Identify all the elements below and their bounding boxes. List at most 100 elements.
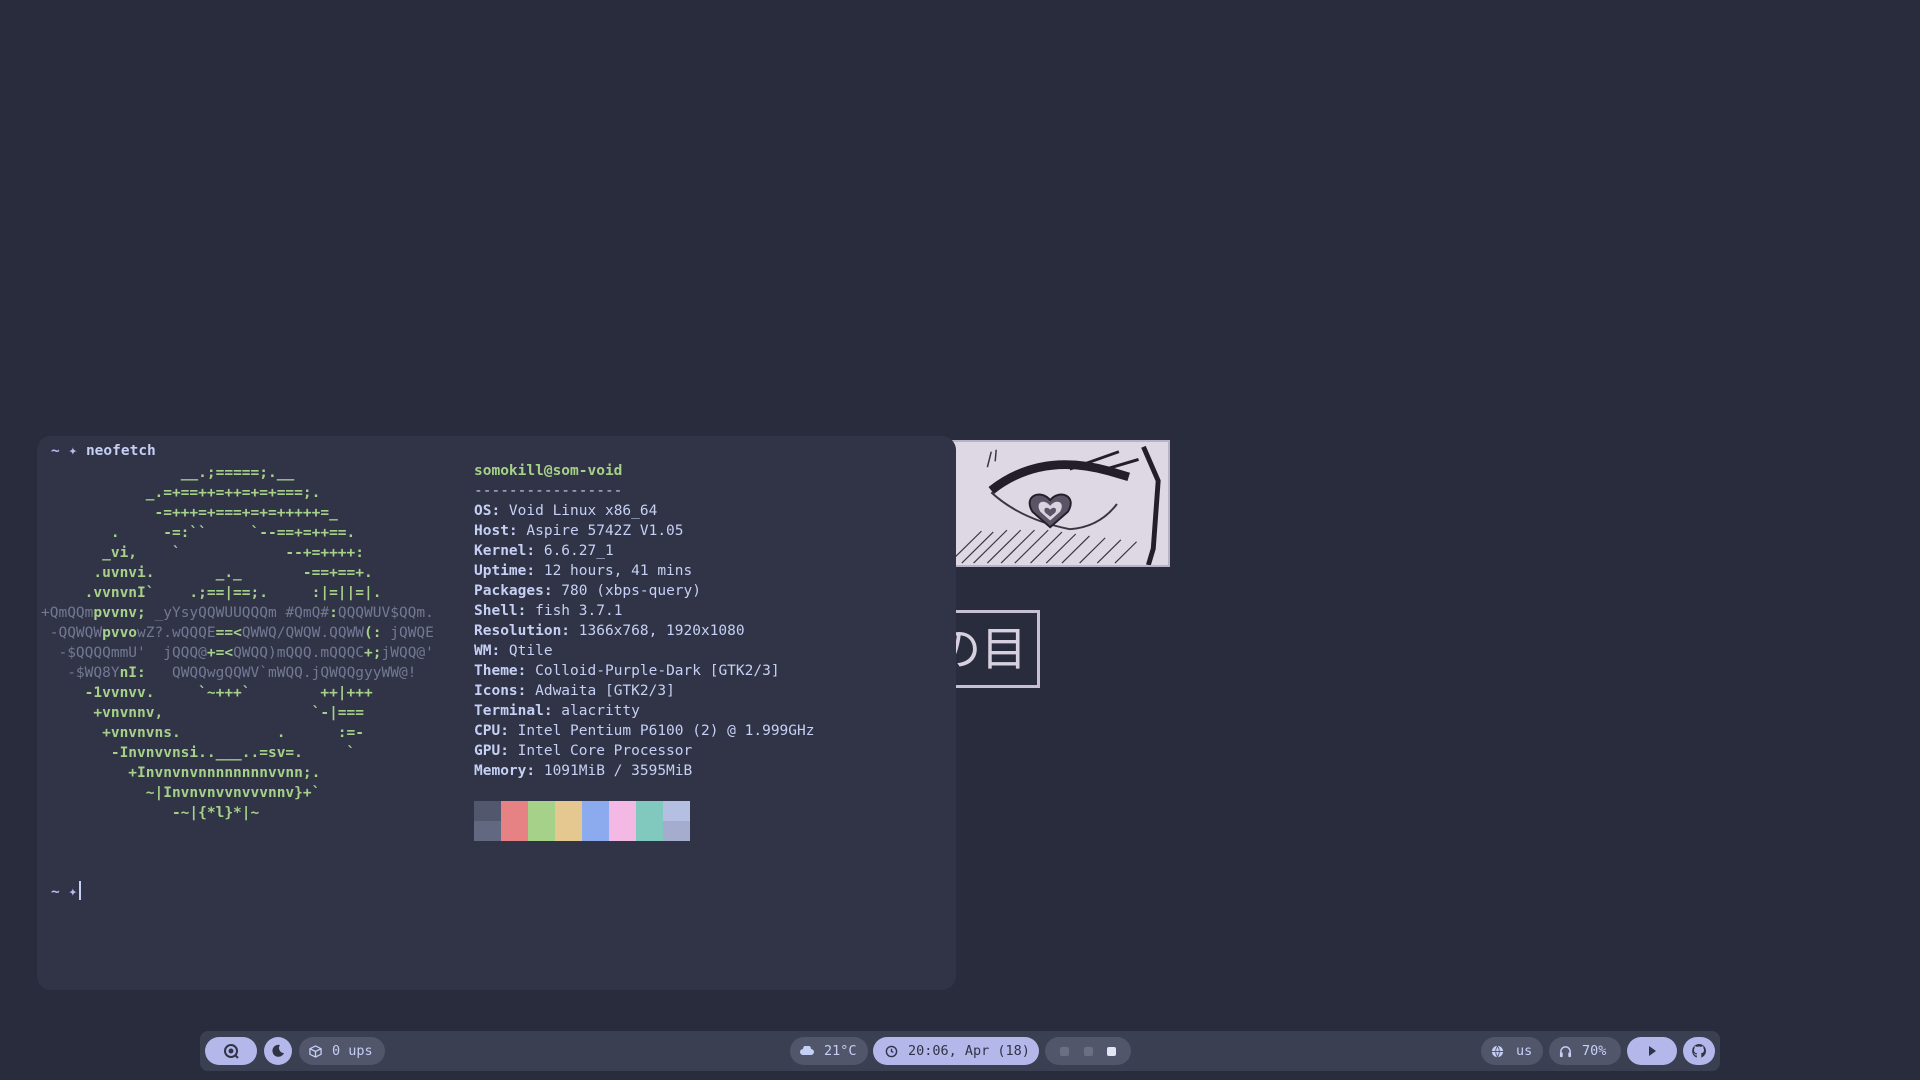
info-value: Aspire 5742Z V1.05 bbox=[517, 523, 684, 539]
neofetch-info: somokill@som-void ----------------- OS: … bbox=[474, 461, 814, 781]
globe-icon bbox=[1491, 1045, 1504, 1058]
info-row: Packages: 780 (xbps-query) bbox=[474, 581, 814, 601]
ascii-segment: +vnvnnv, `-|=== bbox=[41, 705, 365, 721]
info-key: GPU: bbox=[474, 743, 509, 759]
ascii-segment: -$WQ8Y bbox=[41, 665, 120, 681]
palette-swatch bbox=[582, 821, 609, 841]
prompt-line-command: ~ ✦ neofetch bbox=[51, 441, 156, 461]
moon-icon bbox=[271, 1044, 285, 1058]
github-button[interactable] bbox=[1683, 1037, 1715, 1065]
workspace-indicator bbox=[1045, 1037, 1131, 1065]
workspace-3-active[interactable] bbox=[1107, 1046, 1117, 1056]
ascii-segment: : bbox=[329, 605, 338, 621]
info-row: Theme: Colloid-Purple-Dark [GTK2/3] bbox=[474, 661, 814, 681]
info-value: Intel Pentium P6100 (2) @ 1.999GHz bbox=[508, 723, 815, 739]
ascii-segment: pvvo bbox=[102, 625, 138, 641]
ascii-segment: jQWQE bbox=[390, 625, 434, 641]
ascii-segment: -1vvnvv. `~+++` ++|+++ bbox=[41, 685, 373, 701]
info-value: 1091MiB / 3595MiB bbox=[535, 763, 693, 779]
palette-swatch bbox=[636, 801, 663, 821]
info-key: Host: bbox=[474, 523, 518, 539]
ascii-segment: nI: bbox=[119, 665, 172, 681]
palette-swatch bbox=[528, 821, 555, 841]
clock-widget[interactable]: 20:06, Apr (18) bbox=[873, 1037, 1039, 1065]
ascii-segment: jWQQ@' bbox=[381, 645, 434, 661]
ascii-segment bbox=[41, 465, 181, 481]
palette-swatch bbox=[609, 801, 636, 821]
info-key: Kernel: bbox=[474, 543, 536, 559]
status-bar: 0 ups 21°C 20:06, Apr (18) us 70% bbox=[200, 1031, 1720, 1071]
ascii-segment: QWQQwgQQWV`mWQQ.jQWQQgyyWW@! bbox=[171, 665, 417, 681]
ascii-segment: -~|{*l}*|~ bbox=[41, 805, 260, 821]
info-key: WM: bbox=[474, 643, 501, 659]
updates-widget[interactable]: 0 ups bbox=[299, 1037, 385, 1065]
info-row: CPU: Intel Pentium P6100 (2) @ 1.999GHz bbox=[474, 721, 814, 741]
theme-toggle-button[interactable] bbox=[264, 1037, 292, 1065]
keyboard-layout-widget[interactable]: us bbox=[1481, 1037, 1543, 1065]
info-separator: ----------------- bbox=[474, 483, 623, 499]
ascii-segment: (: bbox=[364, 625, 391, 641]
prompt-line-active[interactable]: ~ ✦ bbox=[51, 881, 82, 902]
palette-swatch bbox=[582, 801, 609, 821]
desktop: の目 ~ ✦ neofetch __.;=====;.__ _.=+==++=+… bbox=[0, 0, 1920, 1080]
info-key: Terminal: bbox=[474, 703, 553, 719]
ascii-segment: -Invnvvnsi..___..=sv=. ` bbox=[41, 745, 356, 761]
text-cursor bbox=[79, 881, 82, 900]
info-row: GPU: Intel Core Processor bbox=[474, 741, 814, 761]
workspace-2[interactable] bbox=[1083, 1046, 1093, 1056]
ascii-segment: +vnvnvns. . :=- bbox=[41, 725, 365, 741]
package-icon bbox=[309, 1044, 322, 1058]
prompt-symbol: ~ ✦ bbox=[51, 443, 78, 459]
info-key: Uptime: bbox=[474, 563, 536, 579]
info-value: Colloid-Purple-Dark [GTK2/3] bbox=[526, 663, 780, 679]
workspace-1[interactable] bbox=[1059, 1046, 1069, 1056]
info-value: 1366x768, 1920x1080 bbox=[570, 623, 745, 639]
ascii-segment: pvvnv; bbox=[93, 605, 155, 621]
info-value: Void Linux x86_64 bbox=[500, 503, 658, 519]
info-value: Qtile bbox=[500, 643, 553, 659]
media-play-button[interactable] bbox=[1627, 1037, 1677, 1065]
clock-text: 20:06, Apr (18) bbox=[908, 1043, 1030, 1059]
prompt-symbol-active: ~ ✦ bbox=[51, 884, 78, 900]
info-key: OS: bbox=[474, 503, 501, 519]
updates-count: 0 ups bbox=[332, 1043, 373, 1059]
weather-widget[interactable]: 21°C bbox=[790, 1037, 868, 1065]
info-key: Packages: bbox=[474, 583, 553, 599]
info-row: Icons: Adwaita [GTK2/3] bbox=[474, 681, 814, 701]
palette-swatch bbox=[501, 821, 528, 841]
info-row: WM: Qtile bbox=[474, 641, 814, 661]
launcher-button[interactable] bbox=[205, 1037, 257, 1065]
ascii-segment: QWWQ/QWQW.QQWW bbox=[241, 625, 365, 641]
color-palette bbox=[474, 801, 690, 841]
palette-swatch bbox=[609, 821, 636, 841]
info-key: CPU: bbox=[474, 723, 509, 739]
ascii-segment: .uvnvi. _._ -==+==+. bbox=[41, 565, 373, 581]
neofetch-logo-ascii: __.;=====;.__ _.=+==++=++=+=+===;. -=+++… bbox=[41, 463, 434, 823]
clock-icon bbox=[885, 1045, 898, 1058]
info-row: Host: Aspire 5742Z V1.05 bbox=[474, 521, 814, 541]
info-key: Shell: bbox=[474, 603, 527, 619]
headphones-icon bbox=[1559, 1045, 1572, 1058]
info-row: Kernel: 6.6.27_1 bbox=[474, 541, 814, 561]
volume-widget[interactable]: 70% bbox=[1549, 1037, 1621, 1065]
terminal-window[interactable]: ~ ✦ neofetch __.;=====;.__ _.=+==++=++=+… bbox=[37, 436, 956, 990]
info-row: OS: Void Linux x86_64 bbox=[474, 501, 814, 521]
palette-swatch bbox=[555, 821, 582, 841]
weather-temp: 21°C bbox=[824, 1043, 857, 1059]
info-key: Icons: bbox=[474, 683, 527, 699]
ascii-segment: -QQWQW bbox=[41, 625, 103, 641]
palette-swatch bbox=[663, 801, 690, 821]
ascii-segment: .vvnvnI` .;==|==;. :|=||=|. bbox=[41, 585, 382, 601]
palette-swatch bbox=[474, 821, 501, 841]
palette-swatch bbox=[474, 801, 501, 821]
palette-swatch bbox=[636, 821, 663, 841]
info-key: Theme: bbox=[474, 663, 527, 679]
ascii-segment: wZ?.wQQQE bbox=[137, 625, 216, 641]
volume-level: 70% bbox=[1582, 1043, 1607, 1059]
info-value: alacritty bbox=[552, 703, 640, 719]
github-icon bbox=[1691, 1043, 1707, 1059]
ascii-segment: ~|Invnvnvvnvvvnnv}+` bbox=[41, 785, 321, 801]
info-value: Adwaita [GTK2/3] bbox=[526, 683, 675, 699]
info-key: Memory: bbox=[474, 763, 536, 779]
ascii-segment: ==< bbox=[215, 625, 242, 641]
